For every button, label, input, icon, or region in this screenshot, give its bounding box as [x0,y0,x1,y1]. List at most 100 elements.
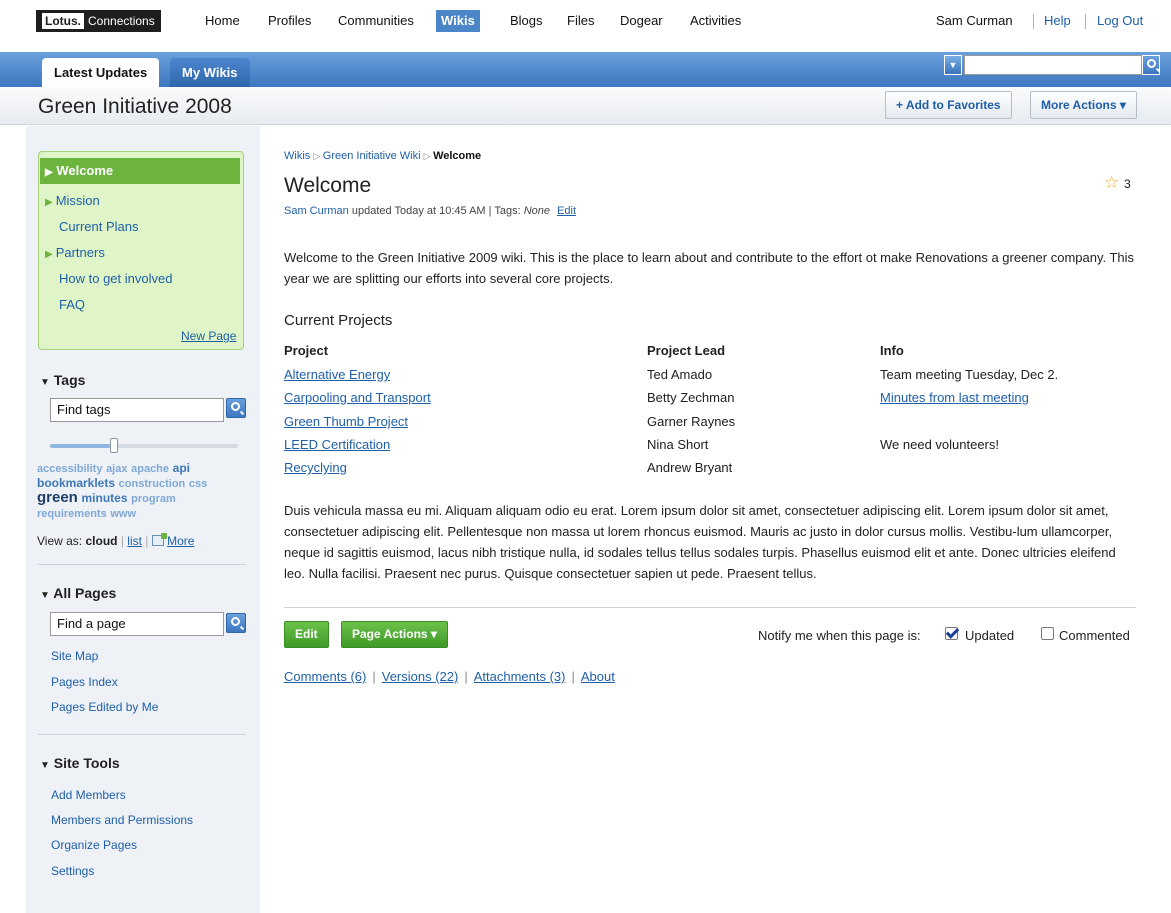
nav-item-how-to-get-involved[interactable]: How to get involved [59,271,172,286]
edit-button[interactable]: Edit [284,621,329,648]
nav-wikis[interactable]: Wikis [436,10,480,32]
nav-item-welcome[interactable]: ▶ Welcome [40,158,240,184]
tag-link[interactable]: bookmarklets [37,476,115,490]
nav-item-current-plans[interactable]: Current Plans [59,219,138,234]
search-icon [1147,59,1156,68]
help-link[interactable]: Help [1044,10,1071,32]
body-paragraph: Duis vehicula massa eu mi. Aliquam aliqu… [284,503,1116,581]
user-name[interactable]: Sam Curman [936,10,1013,32]
star-icon[interactable]: ☆ [1104,173,1119,193]
nav-profiles[interactable]: Profiles [263,10,316,32]
more-tags-link[interactable]: More [167,534,194,548]
search-button[interactable] [1142,55,1160,75]
breadcrumb-wiki[interactable]: Green Initiative Wiki [323,150,421,162]
organize-pages-link[interactable]: Organize Pages [51,838,137,852]
tag-link[interactable]: requirements [37,508,107,520]
find-tags-input[interactable]: Find tags [50,398,224,422]
tab-latest-updates[interactable]: Latest Updates [42,58,160,87]
tags-search-button[interactable] [226,398,246,418]
nav-item-faq[interactable]: FAQ [59,297,85,312]
site-tools-section-title: Site Tools [53,755,120,771]
project-lead: Ted Amado [647,367,713,382]
tag-link[interactable]: css [189,478,207,490]
tag-link[interactable]: program [131,493,176,505]
more-actions-button[interactable]: More Actions ▾ [1030,91,1137,119]
author-link[interactable]: Sam Curman [284,205,349,217]
tag-link[interactable]: api [173,461,190,475]
tags-section-toggle[interactable]: ▼ Tags [40,372,85,388]
notify-label: Notify me when this page is: [758,628,921,643]
nav-home[interactable]: Home [200,10,245,32]
tab-my-wikis[interactable]: My Wikis [170,58,250,87]
nav-dogear[interactable]: Dogear [615,10,668,32]
minutes-link[interactable]: Minutes from last meeting [880,390,1029,405]
all-pages-section-toggle[interactable]: ▼ All Pages [40,585,116,601]
triangle-down-icon: ▼ [40,377,50,388]
nav-item-label: Partners [55,245,105,260]
page-title: Green Initiative 2008 [38,95,232,118]
nav-item-partners[interactable]: ▶ Partners [45,245,105,260]
add-members-link[interactable]: Add Members [51,788,126,802]
edit-tags-link[interactable]: Edit [557,205,576,217]
search-scope-dropdown[interactable]: ▼ [944,55,962,75]
about-link[interactable]: About [581,669,615,684]
members-and-permissions-link[interactable]: Members and Permissions [51,813,193,827]
notify-commented-checkbox[interactable] [1041,627,1054,640]
project-link[interactable]: Recyclying [284,460,347,475]
versions-link[interactable]: Versions (22) [382,669,459,684]
nav-communities[interactable]: Communities [333,10,419,32]
find-page-input[interactable]: Find a page [50,612,224,636]
notify-commented-label: Commented [1059,628,1130,643]
new-page-link[interactable]: New Page [181,329,236,343]
star-count: 3 [1124,177,1131,191]
project-link[interactable]: Carpooling and Transport [284,390,431,405]
tag-link[interactable]: apache [131,463,169,475]
search-input[interactable] [964,55,1142,75]
breadcrumb-current: Welcome [433,150,482,162]
tag-link[interactable]: construction [119,478,186,490]
project-link[interactable]: LEED Certification [284,437,390,452]
nav-blogs[interactable]: Blogs [505,10,548,32]
tag-slider-handle[interactable] [110,438,118,453]
breadcrumb-wikis[interactable]: Wikis [284,150,310,162]
site-tools-section-toggle[interactable]: ▼ Site Tools [40,755,120,771]
notify-updated-checkbox[interactable] [945,627,958,640]
current-projects-heading: Current Projects [284,312,393,329]
tag-link[interactable]: www [110,508,136,520]
project-lead: Nina Short [647,437,709,452]
project-info: Team meeting Tuesday, Dec 2. [880,367,1059,382]
lotus-connections-logo[interactable]: Lotus. Connections [36,10,161,32]
view-as-list-link[interactable]: list [127,534,142,548]
top-navigation: Lotus. Connections Home Profiles Communi… [0,0,1171,52]
logo-connections-text: Connections [88,14,155,28]
pages-index-link[interactable]: Pages Index [51,675,118,689]
settings-link[interactable]: Settings [51,864,94,878]
notify-updated-label: Updated [965,628,1015,643]
nav-item-label: Welcome [56,163,114,178]
separator [1033,14,1034,29]
nav-activities[interactable]: Activities [685,10,746,32]
pages-edited-by-me-link[interactable]: Pages Edited by Me [51,700,158,714]
add-to-favorites-button[interactable]: + Add to Favorites [885,91,1012,119]
site-map-link[interactable]: Site Map [51,649,98,663]
page-actions-button[interactable]: Page Actions ▾ [341,621,448,648]
project-link[interactable]: Alternative Energy [284,367,390,382]
nav-item-mission[interactable]: ▶ Mission [45,193,100,208]
nav-files[interactable]: Files [562,10,599,32]
tags-section-title: Tags [53,372,86,388]
attachments-link[interactable]: Attachments (3) [474,669,566,684]
tag-link[interactable]: minutes [81,491,127,505]
comments-link[interactable]: Comments (6) [284,669,366,684]
triangle-down-icon: ▼ [40,590,50,601]
separator [1085,14,1086,29]
page-search-button[interactable] [226,613,246,633]
tag-slider-fill [50,444,110,448]
table-header-info: Info [880,343,904,358]
view-as-cloud: cloud [85,534,118,548]
separator: | [571,669,575,684]
logout-link[interactable]: Log Out [1097,10,1143,32]
tag-link[interactable]: green [37,489,78,506]
project-link[interactable]: Green Thumb Project [284,414,408,429]
tag-link[interactable]: ajax [106,463,127,475]
tag-link[interactable]: accessibility [37,463,102,475]
